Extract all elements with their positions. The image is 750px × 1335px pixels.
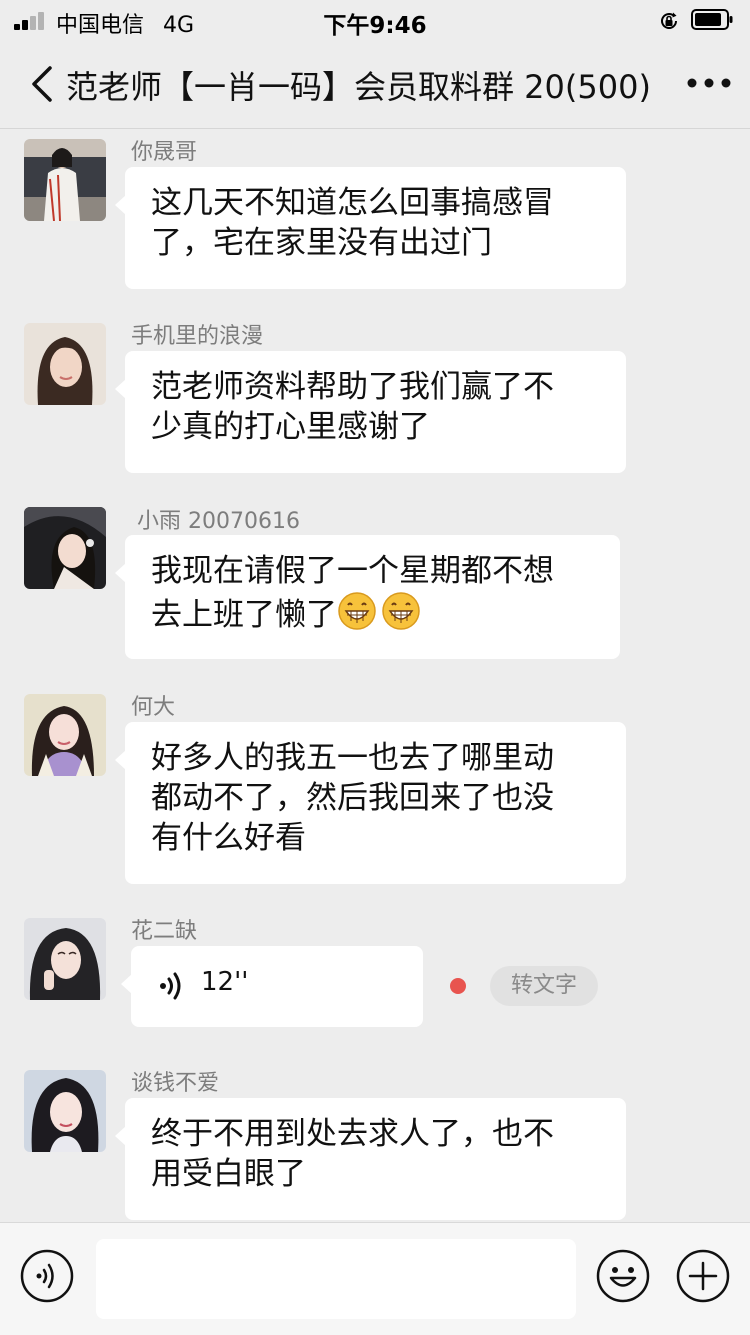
- voice-duration: 12'': [201, 967, 249, 997]
- avatar[interactable]: [24, 1070, 106, 1152]
- message-text: 去上班了懒了: [151, 597, 337, 633]
- voice-message-bubble[interactable]: 12'': [121, 946, 423, 1027]
- avatar[interactable]: [24, 694, 106, 776]
- sender-name: 何大: [131, 695, 176, 720]
- sender-name: 谈钱不爱: [131, 1071, 220, 1096]
- header-divider: [0, 128, 750, 129]
- sender-name: 手机里的浪漫: [131, 324, 264, 349]
- voice-input-toggle-icon[interactable]: [20, 1249, 74, 1303]
- message-line: 有什么好看: [151, 820, 306, 856]
- message-line: 少真的打心里感谢了: [151, 409, 430, 445]
- message-bubble[interactable]: 我现在请假了一个星期都不想 去上班了懒了: [115, 535, 620, 659]
- message-bubble[interactable]: 范老师资料帮助了我们赢了不 少真的打心里感谢了: [115, 351, 626, 473]
- message-line: 去上班了懒了: [151, 591, 596, 635]
- emoji-picker-icon[interactable]: [596, 1249, 650, 1303]
- sender-name: 小雨 20070616: [137, 509, 300, 534]
- sender-name: 你晟哥: [131, 140, 198, 165]
- back-arrow-icon[interactable]: [28, 64, 58, 104]
- avatar[interactable]: [24, 139, 106, 221]
- message-line: 了，宅在家里没有出过门: [151, 225, 492, 261]
- status-bar: 中国电信 4G 下午9:46: [0, 0, 750, 40]
- message-bubble[interactable]: 终于不用到处去求人了，也不 用受白眼了: [115, 1098, 626, 1220]
- message-bubble[interactable]: 这几天不知道怎么回事搞感冒 了，宅在家里没有出过门: [115, 167, 626, 289]
- grinning-face-icon: [382, 592, 420, 630]
- message-input[interactable]: [96, 1239, 576, 1319]
- voice-playback-icon: [160, 972, 181, 1000]
- avatar[interactable]: [24, 323, 106, 405]
- status-time: 下午9:46: [323, 13, 427, 39]
- message-line: 好多人的我五一也去了哪里动: [151, 740, 554, 776]
- message-line: 这几天不知道怎么回事搞感冒: [151, 185, 554, 221]
- avatar[interactable]: [24, 507, 106, 589]
- rotation-lock-icon: [661, 12, 677, 29]
- message-line: 终于不用到处去求人了，也不: [151, 1116, 554, 1152]
- message-line: 用受白眼了: [151, 1156, 306, 1192]
- avatar[interactable]: [24, 918, 106, 1000]
- chat-header: 范老师【一肖一码】会员取料群 20(500): [0, 40, 750, 128]
- more-functions-plus-icon[interactable]: [676, 1249, 730, 1303]
- input-bar: [0, 1222, 750, 1335]
- sender-name: 花二缺: [131, 919, 198, 944]
- battery-icon: [691, 9, 733, 30]
- chat-title: 范老师【一肖一码】会员取料群 20(500): [66, 68, 651, 106]
- transcribe-button[interactable]: 转文字: [490, 966, 598, 1006]
- grinning-face-icon: [338, 592, 376, 630]
- message-line: 都动不了，然后我回来了也没: [151, 780, 554, 816]
- more-options-icon[interactable]: [686, 76, 732, 90]
- message-line: 我现在请假了一个星期都不想: [151, 553, 554, 589]
- unread-dot: [450, 978, 466, 994]
- message-line: 范老师资料帮助了我们赢了不: [151, 369, 554, 405]
- message-bubble[interactable]: 好多人的我五一也去了哪里动 都动不了，然后我回来了也没 有什么好看: [115, 722, 626, 884]
